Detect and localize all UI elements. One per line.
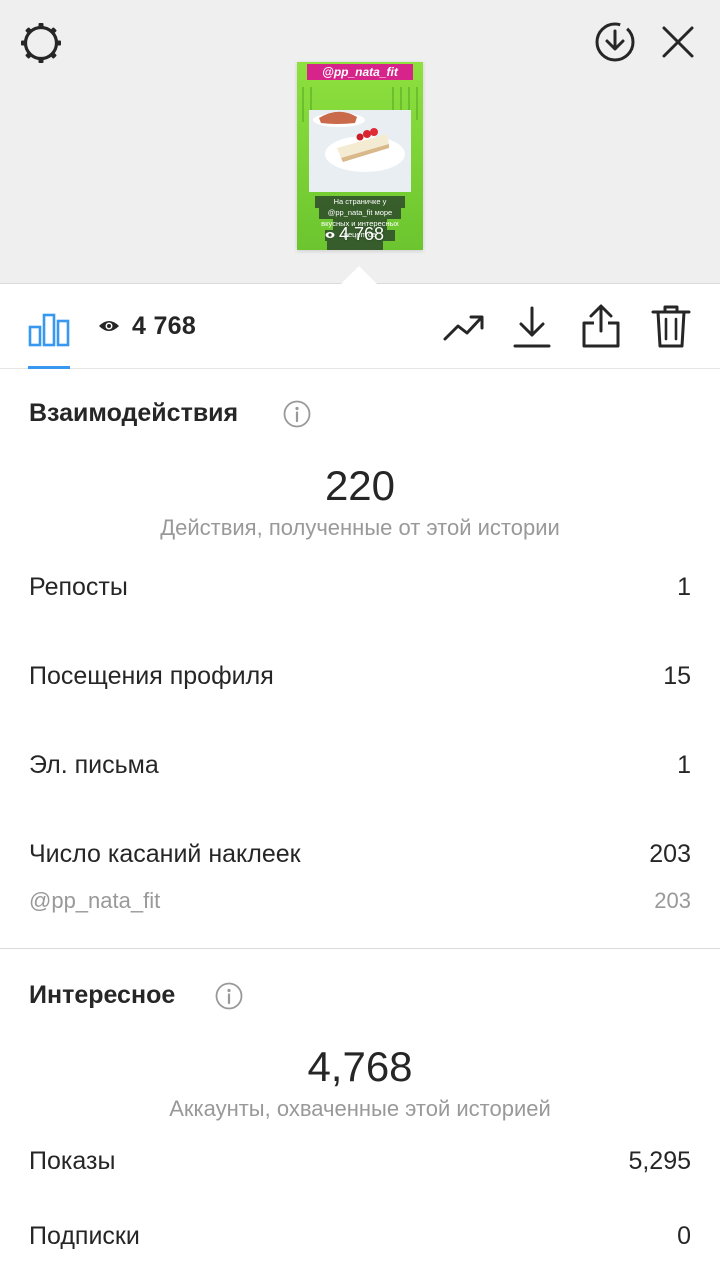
- interactions-title: Взаимодействия: [29, 399, 239, 427]
- row-label-impressions: Показы: [29, 1147, 116, 1175]
- discovery-caption: Аккаунты, охваченные этой историей: [169, 1096, 551, 1121]
- preview-pointer: [340, 266, 378, 285]
- bar-chart-icon[interactable]: [28, 305, 70, 347]
- row-value-follows: 0: [677, 1222, 691, 1250]
- row-label-profile-visits: Посещения профиля: [29, 662, 274, 690]
- download-icon[interactable]: [512, 305, 552, 349]
- story-insights-screen: @pp_nata_fit На страничке у @pp_nata_fit…: [0, 0, 720, 1280]
- active-tab-indicator: [28, 366, 70, 369]
- interactions-caption: Действия, полученные от этой истории: [160, 515, 560, 540]
- trash-icon[interactable]: [650, 303, 692, 349]
- row-value-sticker-taps: 203: [649, 840, 691, 868]
- row-label-sticker-taps: Число касаний наклеек: [29, 840, 301, 868]
- insights-toolbar: 4 768: [0, 285, 720, 369]
- views-count: 4 768: [132, 312, 197, 340]
- info-icon[interactable]: [283, 400, 311, 428]
- save-story-circle-icon[interactable]: [593, 20, 637, 64]
- sticker-mention-value: 203: [654, 888, 691, 913]
- story-preview-area: @pp_nata_fit На страничке у @pp_nata_fit…: [0, 0, 720, 285]
- sticker-mention-label: @pp_nata_fit: [29, 888, 161, 913]
- close-icon[interactable]: [658, 22, 698, 62]
- row-value-reposts: 1: [677, 573, 691, 601]
- eye-icon: [99, 321, 119, 331]
- row-label-reposts: Репосты: [29, 573, 128, 601]
- row-value-emails: 1: [677, 751, 691, 779]
- share-icon[interactable]: [580, 303, 622, 349]
- row-value-profile-visits: 15: [663, 662, 691, 690]
- story-view-overlay: 4 768: [339, 224, 385, 244]
- row-label-follows: Подписки: [29, 1222, 140, 1250]
- interactions-total: 220: [324, 462, 396, 509]
- trending-up-icon[interactable]: [442, 309, 486, 345]
- discovery-title: Интересное: [29, 981, 176, 1009]
- sticker-handle: @pp_nata_fit: [322, 65, 398, 79]
- discovery-total: 4,768: [307, 1043, 413, 1090]
- info-icon[interactable]: [215, 982, 243, 1010]
- row-label-emails: Эл. письма: [29, 751, 159, 779]
- gear-icon[interactable]: [18, 20, 64, 66]
- story-thumbnail[interactable]: @pp_nata_fit На страничке у @pp_nata_fit…: [297, 62, 423, 250]
- section-divider: [0, 948, 720, 949]
- row-value-impressions: 5,295: [628, 1147, 691, 1175]
